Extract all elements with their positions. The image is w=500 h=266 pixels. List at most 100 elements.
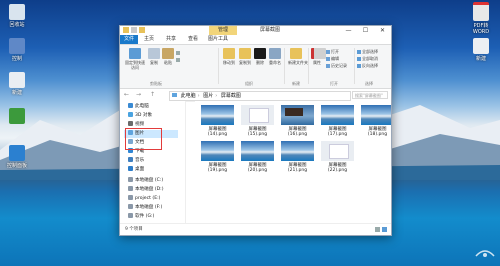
group-label-organize: 组织 (245, 81, 253, 86)
context-tab-manage[interactable]: 管理 (209, 26, 237, 35)
select-all-button[interactable]: 全部选择 (357, 49, 378, 54)
rename-button[interactable]: 重命名 (268, 48, 282, 65)
file-item[interactable]: 屏幕截图 (14).png (201, 105, 234, 137)
new-folder-button[interactable]: 新建文件夹 (288, 48, 308, 65)
file-list: 屏幕截图 (14).png 屏幕截图 (15).png 屏幕截图 (16).png 屏… (195, 101, 391, 223)
file-name: 屏幕截图 (16).png (287, 127, 308, 137)
desktop-icon-app[interactable] (2, 108, 32, 124)
image-thumbnail (321, 105, 354, 125)
forward-button[interactable]: → (136, 91, 141, 98)
file-item[interactable]: 屏幕截图 (19).png (201, 141, 234, 173)
videos-icon (128, 121, 133, 126)
back-button[interactable]: ← (124, 91, 129, 98)
move-to-button[interactable]: 移动到 (222, 48, 236, 65)
nav-item[interactable]: 此电脑 (128, 103, 149, 111)
properties-icon[interactable] (131, 27, 137, 33)
drive-icon (128, 204, 133, 209)
delete-button[interactable]: 删除 (254, 48, 266, 65)
file-item[interactable]: 屏幕截图 (22).png (321, 141, 354, 173)
new-item-icon (9, 72, 25, 88)
desktop-icon-pdf-converter[interactable]: PDF转WORD (466, 2, 496, 35)
copy-button[interactable]: 复制 (148, 48, 160, 65)
pin-icon (129, 48, 141, 59)
minimize-button[interactable]: — (340, 26, 357, 35)
desktop-icon-control[interactable]: 控制 (2, 38, 32, 62)
3d-objects-icon (128, 112, 133, 117)
invert-selection-icon (357, 64, 361, 68)
drive-icon (128, 186, 133, 191)
item-count: 9 个项目 (125, 227, 143, 232)
desktop-icon-new-file[interactable]: 新建 (466, 38, 496, 62)
breadcrumb-screenshots[interactable]: 屏幕截图 (221, 93, 241, 99)
nav-item[interactable]: project (E:) (128, 195, 160, 203)
file-item[interactable]: 屏幕截图 (18).png (361, 105, 391, 137)
cut-button[interactable] (176, 50, 181, 55)
history-icon (326, 64, 330, 68)
history-button[interactable]: 历史记录 (326, 63, 347, 68)
select-none-button[interactable]: 全部取消 (357, 56, 378, 61)
image-thumbnail (201, 141, 234, 161)
desktop-icon-new[interactable]: 新建 (2, 72, 32, 96)
open-button[interactable]: 打开 (326, 49, 339, 54)
breadcrumb-pictures[interactable]: 图片 (203, 93, 213, 99)
tab-share[interactable]: 共享 (164, 35, 178, 44)
nav-item-label: 软件 (G:) (135, 214, 155, 219)
image-thumbnail (281, 141, 314, 161)
desktop-icon-control-panel[interactable]: 控制面板 (2, 145, 32, 169)
button-label: 删除 (256, 60, 264, 65)
tab-file[interactable]: 文件 (120, 35, 138, 44)
nav-item[interactable]: 本地磁盘 (F:) (128, 204, 162, 212)
paste-button[interactable]: 粘贴 (162, 48, 174, 65)
window-title: 屏幕截图 (260, 27, 281, 33)
button-label: 移动到 (223, 60, 235, 65)
nav-item[interactable]: 音乐 (128, 157, 144, 165)
tab-picture-tools[interactable]: 图片工具 (206, 35, 230, 44)
tab-view[interactable]: 查看 (186, 35, 200, 44)
desktop-icon-recycle-bin[interactable]: 回收站 (2, 4, 32, 28)
nav-item[interactable]: 软件 (G:) (128, 213, 154, 221)
folder-icon[interactable] (123, 27, 129, 33)
button-label: 重命名 (269, 60, 281, 65)
music-icon (128, 157, 133, 162)
copy-path-button[interactable] (176, 57, 181, 62)
file-item[interactable]: 屏幕截图 (17).png (321, 105, 354, 137)
edit-button[interactable]: 编辑 (326, 56, 339, 61)
address-bar[interactable]: 此电脑 › 图片 › 屏幕截图 (169, 91, 351, 101)
desktop-icon-label: 回收站 (9, 22, 25, 28)
pin-quick-access-button[interactable]: 固定到快速访问 (124, 48, 146, 70)
up-button[interactable]: ↑ (150, 91, 155, 98)
nav-item-label: 桌面 (135, 167, 145, 172)
tab-home[interactable]: 主页 (142, 35, 156, 44)
file-name: 屏幕截图 (14).png (207, 127, 228, 137)
breadcrumb-this-pc[interactable]: 此电脑 (181, 93, 196, 99)
nav-item[interactable]: 3D 对象 (128, 112, 152, 120)
nav-item-label: 本地磁盘 (C:) (135, 178, 164, 183)
nav-item[interactable]: 本地磁盘 (D:) (128, 186, 164, 194)
title-bar[interactable]: 管理 屏幕截图 — ☐ ✕ (120, 26, 391, 35)
nav-item-label: 本地磁盘 (D:) (135, 187, 164, 192)
properties-button[interactable]: 属性 (311, 48, 326, 65)
file-item[interactable]: 屏幕截图 (20).png (241, 141, 274, 173)
nav-item[interactable]: 本地磁盘 (C:) (128, 177, 163, 185)
details-view-icon[interactable] (375, 227, 380, 232)
group-label-new: 新建 (292, 81, 300, 86)
nav-item[interactable]: 桌面 (128, 166, 144, 174)
maximize-button[interactable]: ☐ (357, 26, 374, 35)
file-item[interactable]: 屏幕截图 (16).png (281, 105, 314, 137)
new-folder-icon[interactable] (139, 27, 145, 33)
desktop-icon-label: PDF转WORD (472, 23, 490, 35)
button-label: 全部取消 (362, 56, 378, 61)
close-button[interactable]: ✕ (374, 26, 391, 35)
file-item[interactable]: 屏幕截图 (21).png (281, 141, 314, 173)
desktop-icon-label: 新建 (475, 56, 486, 62)
file-name: 屏幕截图 (20).png (247, 163, 268, 173)
nav-item-label: project (E:) (135, 196, 161, 201)
file-item[interactable]: 屏幕截图 (15).png (241, 105, 274, 137)
invert-selection-button[interactable]: 反向选择 (357, 63, 378, 68)
navigation-pane: 此电脑 3D 对象 视频 图片 文档 下载 音乐 桌面 本地磁盘 (C:) 本地磁盘 (D:) pr… (120, 101, 186, 231)
large-icons-view-icon[interactable] (382, 227, 387, 232)
ribbon-tabs: 文件 主页 共享 查看 图片工具 (120, 35, 391, 45)
button-label: 属性 (313, 60, 321, 65)
copy-to-button[interactable]: 复制到 (238, 48, 252, 65)
search-input[interactable]: 搜索"屏幕截图" (352, 91, 388, 99)
